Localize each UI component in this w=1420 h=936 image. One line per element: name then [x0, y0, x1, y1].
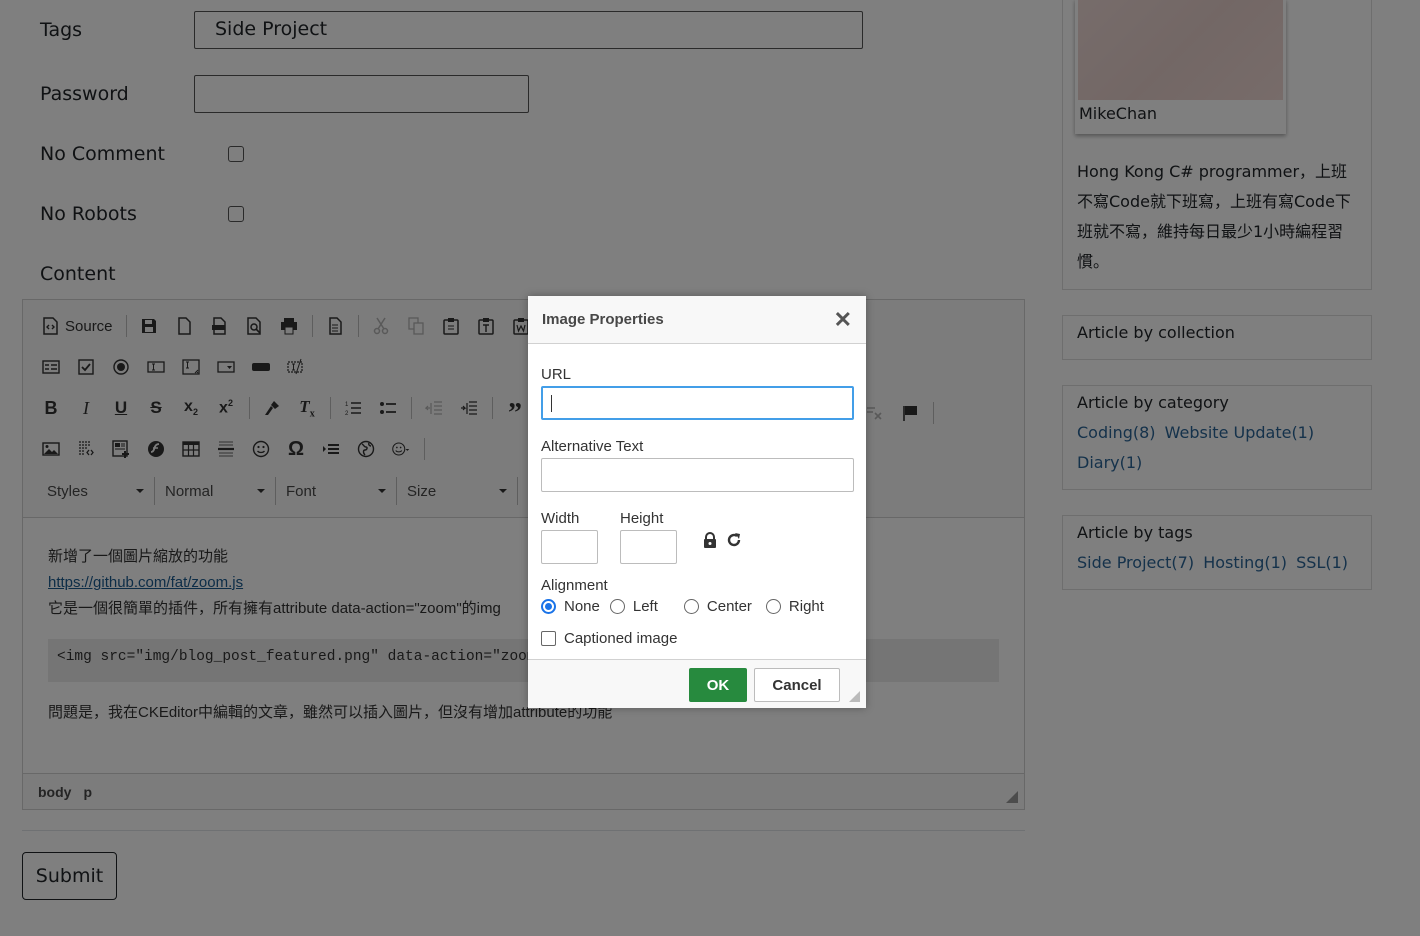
radio-left-label: Left — [632, 598, 658, 615]
height-label: Height — [620, 510, 664, 527]
alignment-center-option[interactable]: Center — [683, 598, 752, 615]
alt-text-input[interactable] — [541, 458, 854, 492]
radio-left[interactable] — [609, 599, 625, 614]
image-properties-dialog: Image Properties ✕ URL Alternative Text … — [528, 296, 866, 708]
alignment-right-option[interactable]: Right — [765, 598, 824, 615]
dialog-header[interactable]: Image Properties ✕ — [528, 296, 866, 344]
radio-none[interactable] — [541, 599, 556, 614]
captioned-image-checkbox[interactable] — [541, 631, 556, 646]
close-icon[interactable]: ✕ — [834, 308, 852, 331]
radio-none-label: None — [564, 598, 600, 615]
page: Tags Side Project Password No Comment No… — [0, 0, 1420, 936]
dialog-footer: OK Cancel — [528, 659, 866, 708]
lock-ratio-icon[interactable] — [702, 532, 718, 548]
radio-right-label: Right — [788, 598, 824, 615]
ok-button[interactable]: OK — [689, 668, 747, 702]
width-input[interactable] — [541, 530, 598, 564]
alignment-radio-group: None Left Center Right — [541, 598, 824, 615]
url-label: URL — [541, 366, 572, 383]
height-input[interactable] — [620, 530, 677, 564]
radio-right[interactable] — [765, 599, 781, 614]
radio-center[interactable] — [683, 599, 699, 614]
radio-center-label: Center — [706, 598, 752, 615]
alignment-label: Alignment — [541, 577, 608, 594]
width-label: Width — [541, 510, 580, 527]
alt-text-label: Alternative Text — [541, 438, 644, 455]
dialog-resize-handle[interactable] — [849, 691, 860, 702]
text-cursor — [551, 395, 552, 412]
cancel-button[interactable]: Cancel — [754, 668, 840, 702]
reset-size-icon[interactable] — [726, 532, 742, 548]
url-input[interactable] — [541, 386, 854, 420]
captioned-image-option[interactable]: Captioned image — [541, 630, 677, 647]
alignment-none-option[interactable]: None — [541, 598, 600, 615]
dialog-title: Image Properties — [542, 311, 664, 328]
alignment-left-option[interactable]: Left — [609, 598, 658, 615]
captioned-image-label: Captioned image — [564, 630, 678, 647]
